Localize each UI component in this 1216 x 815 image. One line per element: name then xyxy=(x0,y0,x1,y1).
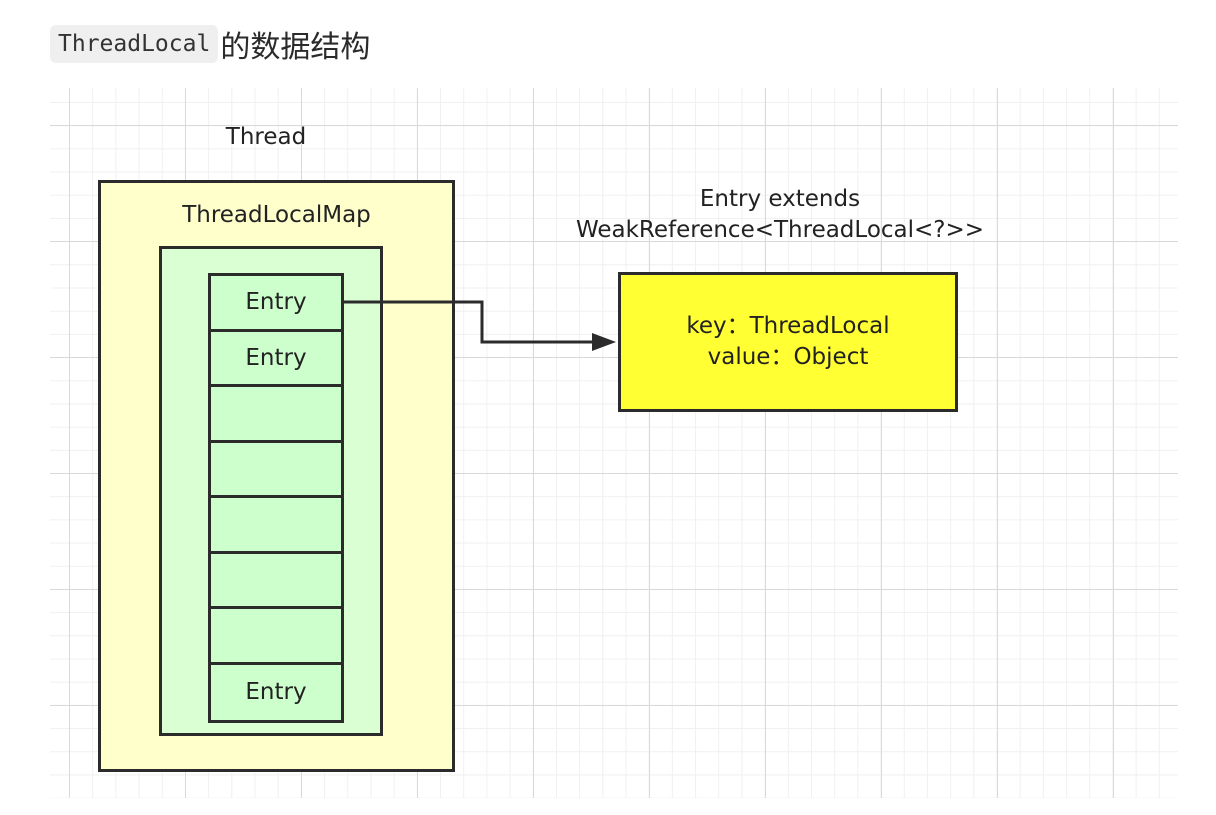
entry-detail-box: key：ThreadLocal value：Object xyxy=(618,272,958,412)
entry-slot xyxy=(211,443,341,498)
entry-table: Entry Entry Entry xyxy=(208,273,344,723)
thread-label: Thread xyxy=(225,124,307,150)
entry-slot xyxy=(211,554,341,609)
heading-text: 的数据结构 xyxy=(220,30,371,65)
entry-slot xyxy=(211,609,341,665)
entry-class-line2: WeakReference<ThreadLocal<?>> xyxy=(575,217,985,243)
entry-slot: Entry xyxy=(245,679,307,706)
entry-value: value：Object xyxy=(707,344,869,370)
threadlocalmap-label: ThreadLocalMap xyxy=(182,202,371,228)
entry-slot xyxy=(211,498,341,554)
entry-slot: Entry xyxy=(211,332,341,387)
entry-class-line1: Entry extends xyxy=(699,186,861,212)
entry-key: key：ThreadLocal xyxy=(686,313,890,339)
heading-code: ThreadLocal xyxy=(50,25,219,63)
section-heading: ThreadLocal 的数据结构 xyxy=(50,22,370,66)
entry-slot xyxy=(211,387,341,443)
entry-slot: Entry xyxy=(211,276,341,332)
